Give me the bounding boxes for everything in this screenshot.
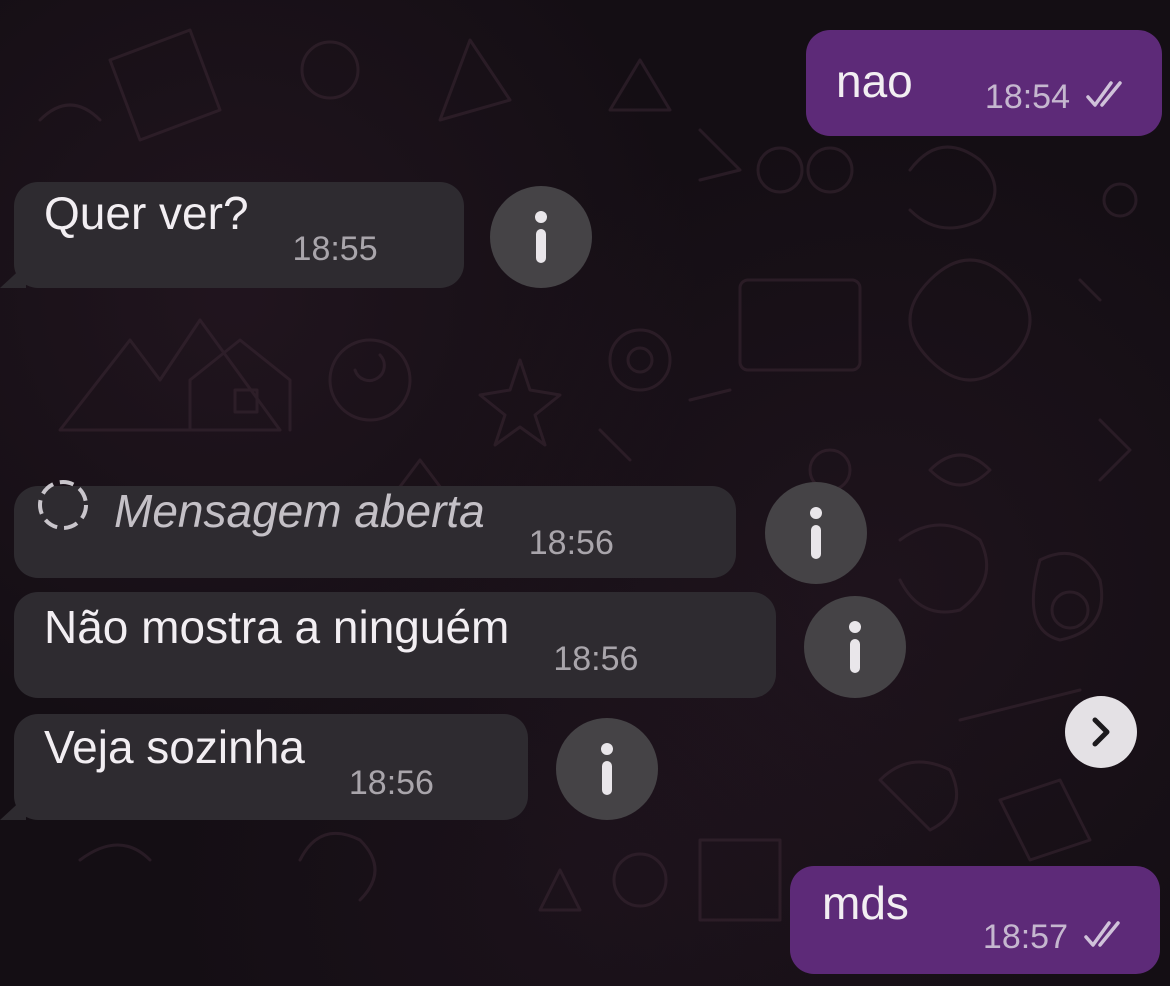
chevron-right-icon xyxy=(1092,717,1110,747)
message-bubble-outgoing[interactable]: mds 18:57 xyxy=(790,866,1160,974)
forward-button[interactable] xyxy=(1065,696,1137,768)
info-button[interactable] xyxy=(490,186,592,288)
message-time: 18:57 xyxy=(982,918,1068,956)
bubble-tail xyxy=(0,796,26,820)
message-bubble-incoming[interactable]: Não mostra a ninguém 18:56 xyxy=(14,592,776,698)
double-check-icon xyxy=(1080,919,1130,954)
message-bubble-incoming[interactable]: Veja sozinha 18:56 xyxy=(14,714,528,820)
message-time: 18:56 xyxy=(553,640,639,678)
view-once-icon xyxy=(34,477,92,538)
info-button[interactable] xyxy=(556,718,658,820)
message-text: Mensagem aberta xyxy=(114,485,485,537)
info-button[interactable] xyxy=(804,596,906,698)
info-icon xyxy=(810,507,822,559)
message-time: 18:55 xyxy=(292,230,378,268)
message-time: 18:56 xyxy=(348,764,434,802)
double-check-icon xyxy=(1082,79,1132,114)
message-text: mds xyxy=(822,877,909,929)
info-icon xyxy=(601,743,613,795)
bubble-tail xyxy=(0,264,26,288)
message-text: Não mostra a ninguém xyxy=(44,601,510,653)
message-time: 18:54 xyxy=(984,78,1070,116)
message-text: Veja sozinha xyxy=(44,721,305,773)
info-icon xyxy=(535,211,547,263)
message-text: nao xyxy=(836,55,913,107)
message-text: Quer ver? xyxy=(44,187,249,239)
message-bubble-outgoing[interactable]: nao 18:54 xyxy=(806,30,1162,136)
message-time: 18:56 xyxy=(528,524,614,562)
info-icon xyxy=(849,621,861,673)
info-button[interactable] xyxy=(765,482,867,584)
message-bubble-view-once[interactable]: Mensagem aberta 18:56 xyxy=(14,480,736,578)
message-bubble-incoming[interactable]: Quer ver? 18:55 xyxy=(14,182,464,288)
